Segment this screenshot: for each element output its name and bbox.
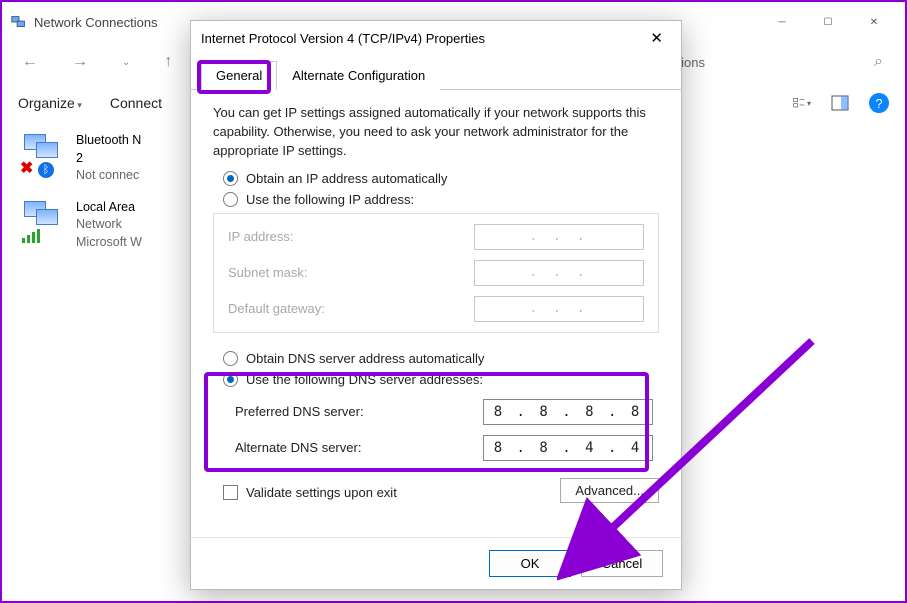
subnet-mask-input: . . . [474,260,644,286]
conn-status: Microsoft W [76,234,142,252]
radio-icon [223,192,238,207]
close-window-button[interactable]: ✕ [851,6,897,38]
default-gateway-input: . . . [474,296,644,322]
dns-fields-group: Preferred DNS server: 8 . 8 . 8 . 8 Alte… [213,393,659,467]
ip-fields-group: IP address: . . . Subnet mask: . . . Def… [213,213,659,333]
radio-icon [223,372,238,387]
bluetooth-adapter-icon: ✖ᛒ [22,132,66,176]
tab-general[interactable]: General [201,61,277,90]
tab-alternate-config[interactable]: Alternate Configuration [277,61,440,90]
default-gateway-label: Default gateway: [228,301,474,316]
conn-line2: Network [76,216,142,234]
preferred-dns-label: Preferred DNS server: [235,404,483,419]
radio-ip-manual[interactable]: Use the following IP address: [223,192,659,207]
search-icon: ⌕ [874,53,883,71]
dialog-body: You can get IP settings assigned automat… [191,90,681,537]
dialog-titlebar: Internet Protocol Version 4 (TCP/IPv4) P… [191,21,681,55]
dialog-footer: OK Cancel [191,537,681,589]
checkbox-label: Validate settings upon exit [246,485,397,500]
radio-label: Use the following DNS server addresses: [246,372,483,387]
radio-icon [223,171,238,186]
connect-button[interactable]: Connect [110,95,162,111]
conn-name: Local Area [76,199,142,217]
explorer-title: Network Connections [34,15,158,30]
conn-name: Bluetooth N [76,132,141,150]
alternate-dns-label: Alternate DNS server: [235,440,483,455]
radio-ip-auto[interactable]: Obtain an IP address automatically [223,171,659,186]
checkbox-icon [223,485,238,500]
alternate-dns-input[interactable]: 8 . 8 . 4 . 4 [483,435,653,461]
radio-label: Obtain DNS server address automatically [246,351,484,366]
cancel-button[interactable]: Cancel [581,550,663,577]
radio-icon [223,351,238,366]
up-button[interactable]: ↑ [156,49,180,75]
ipv4-properties-dialog: Internet Protocol Version 4 (TCP/IPv4) P… [190,20,682,590]
dialog-title: Internet Protocol Version 4 (TCP/IPv4) P… [201,31,485,46]
back-button[interactable]: ← [14,49,46,75]
radio-label: Use the following IP address: [246,192,414,207]
preview-pane-icon[interactable] [831,94,849,112]
conn-status: Not connec [76,167,141,185]
ip-address-input: . . . [474,224,644,250]
search-box[interactable]: ⌕ [733,53,893,71]
advanced-button[interactable]: Advanced... [560,478,659,503]
forward-button[interactable]: → [64,49,96,75]
tabs: General Alternate Configuration [191,55,681,90]
subnet-mask-label: Subnet mask: [228,265,474,280]
ok-button[interactable]: OK [489,550,571,577]
ip-address-label: IP address: [228,229,474,244]
radio-dns-auto[interactable]: Obtain DNS server address automatically [223,351,659,366]
intro-text: You can get IP settings assigned automat… [213,104,659,161]
network-connections-icon [10,13,28,31]
conn-line2: 2 [76,150,141,168]
preferred-dns-input[interactable]: 8 . 8 . 8 . 8 [483,399,653,425]
help-icon[interactable]: ? [869,93,889,113]
radio-label: Obtain an IP address automatically [246,171,447,186]
history-dropdown[interactable]: ⌄ [114,53,138,72]
radio-dns-manual[interactable]: Use the following DNS server addresses: [223,372,659,387]
ethernet-adapter-icon [22,199,66,243]
view-options-icon[interactable]: ▾ [793,94,811,112]
close-dialog-button[interactable]: ✕ [642,25,671,51]
minimize-button[interactable]: ─ [759,6,805,38]
maximize-button[interactable]: ☐ [805,6,851,38]
organize-menu[interactable]: Organize [18,95,82,111]
